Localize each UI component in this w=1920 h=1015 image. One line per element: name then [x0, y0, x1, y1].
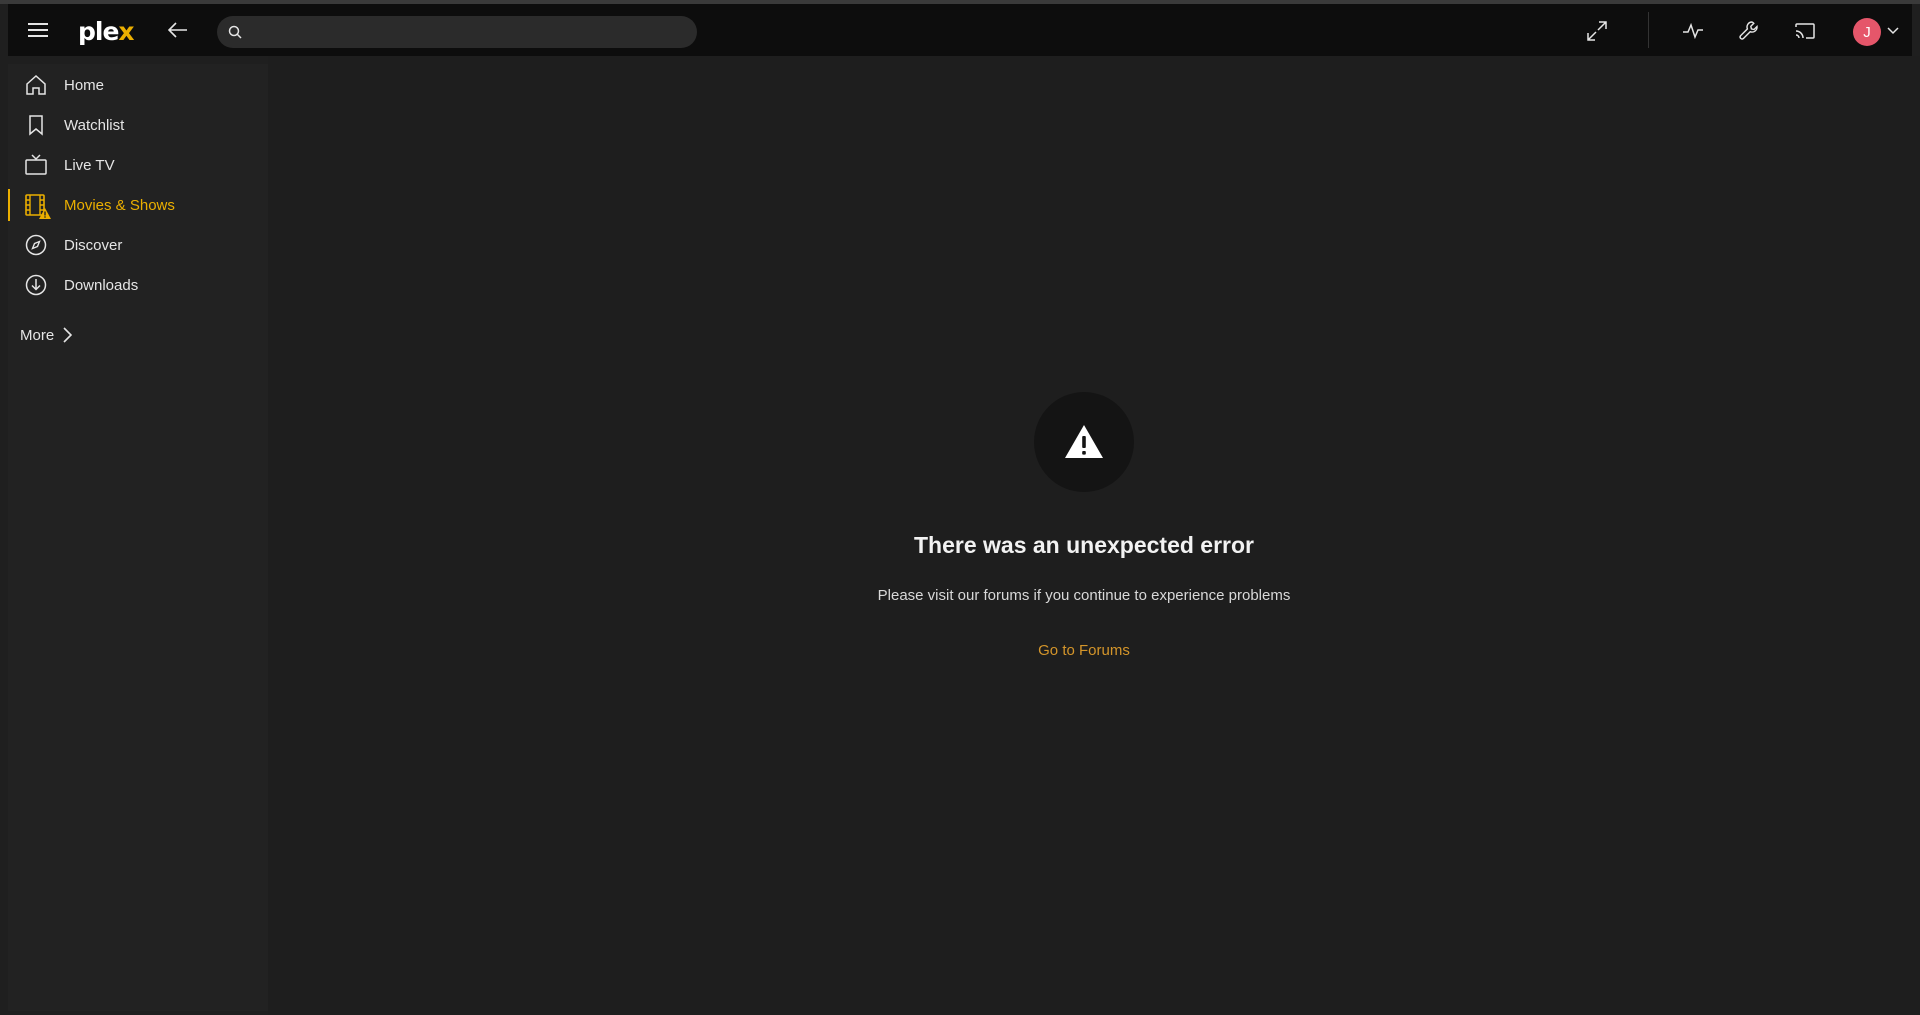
film-warning-icon — [24, 193, 51, 219]
sidebar-more-label: More — [20, 326, 55, 344]
sidebar-more[interactable]: More — [20, 320, 73, 350]
search-icon — [228, 25, 242, 39]
sidebar-item-label: Discover — [64, 236, 123, 254]
search-bar[interactable] — [217, 16, 697, 48]
sidebar-item-label: Live TV — [64, 156, 115, 174]
sidebar-item-live-tv[interactable]: Live TV — [8, 145, 268, 185]
error-panel: There was an unexpected error Please vis… — [268, 392, 1900, 660]
plex-logo[interactable]: plex — [78, 16, 135, 46]
sidebar-item-movies-shows[interactable]: Movies & Shows — [8, 185, 268, 225]
sidebar-item-discover[interactable]: Discover — [8, 225, 268, 265]
logo-text: plex — [78, 16, 135, 46]
warning-badge — [1034, 392, 1134, 492]
back-arrow-icon[interactable] — [164, 16, 192, 44]
sidebar-item-watchlist[interactable]: Watchlist — [8, 105, 268, 145]
sidebar-item-label: Movies & Shows — [64, 196, 175, 214]
warning-icon — [1065, 425, 1103, 458]
sidebar-item-downloads[interactable]: Downloads — [8, 265, 268, 305]
wrench-icon[interactable] — [1734, 16, 1764, 46]
sidebar-item-label: Watchlist — [64, 116, 125, 134]
chevron-right-icon — [63, 327, 73, 343]
home-icon — [24, 73, 48, 97]
download-icon — [24, 273, 48, 297]
compass-icon — [24, 233, 48, 257]
menu-icon[interactable] — [24, 18, 52, 42]
top-bar: plex J — [8, 4, 1912, 56]
chevron-down-icon[interactable] — [1886, 24, 1900, 38]
sidebar-item-label: Home — [64, 76, 105, 94]
fullscreen-icon[interactable] — [1582, 16, 1612, 46]
error-message: Please visit our forums if you continue … — [877, 587, 1291, 604]
go-to-forums-link[interactable]: Go to Forums — [1038, 642, 1130, 659]
sidebar-item-label: Downloads — [64, 276, 139, 294]
error-title: There was an unexpected error — [913, 532, 1254, 558]
cast-icon[interactable] — [1790, 16, 1820, 46]
user-avatar[interactable]: J — [1853, 18, 1881, 46]
topbar-divider — [1648, 12, 1649, 48]
main-content: There was an unexpected error Please vis… — [268, 56, 1920, 1015]
tv-icon — [24, 153, 48, 177]
activity-icon[interactable] — [1678, 16, 1708, 46]
search-input[interactable] — [250, 23, 684, 41]
sidebar-item-home[interactable]: Home — [8, 65, 268, 105]
bookmark-icon — [24, 113, 48, 137]
sidebar: Home Watchlist Live TV Movies & Shows Di… — [8, 64, 268, 1011]
